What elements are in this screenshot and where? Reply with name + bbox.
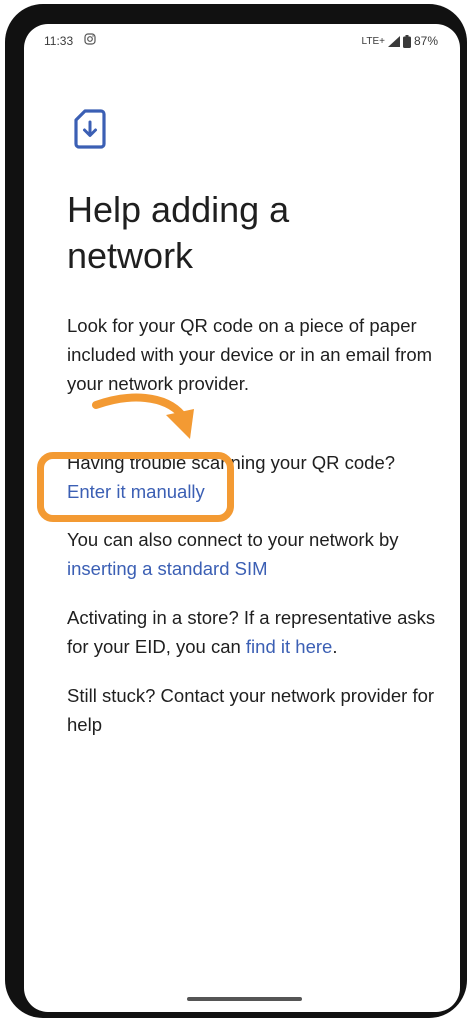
sim-download-icon bbox=[74, 109, 106, 149]
intro-text: Look for your QR code on a piece of pape… bbox=[67, 315, 433, 394]
home-indicator[interactable] bbox=[187, 997, 302, 1001]
network-type: LTE+ bbox=[361, 35, 385, 47]
inserting-sim-link[interactable]: inserting a standard SIM bbox=[67, 558, 268, 579]
sim-text: You can also connect to your network by bbox=[67, 529, 399, 550]
find-it-here-link[interactable]: find it here bbox=[246, 636, 332, 657]
status-indicators: LTE+ 87% bbox=[362, 34, 438, 48]
store-end: . bbox=[332, 636, 338, 657]
title-line-2: network bbox=[67, 235, 194, 276]
signal-icon bbox=[387, 35, 400, 47]
title-line-1: Help adding a bbox=[67, 189, 290, 230]
battery-percent: 87% bbox=[413, 34, 438, 48]
status-bar: 11:33 LTE+ 87% bbox=[24, 24, 460, 60]
stuck-text: Still stuck? Contact your network provid… bbox=[67, 685, 435, 735]
page-title: Help adding a network bbox=[67, 187, 437, 279]
battery-icon bbox=[402, 34, 411, 48]
instagram-icon bbox=[84, 33, 96, 45]
annotation-highlight-box bbox=[37, 452, 234, 522]
sim-paragraph: You can also connect to your network by … bbox=[67, 525, 452, 583]
status-time: 11:33 bbox=[44, 34, 74, 48]
store-paragraph: Activating in a store? If a representati… bbox=[67, 603, 452, 661]
annotation-arrow bbox=[92, 393, 194, 439]
